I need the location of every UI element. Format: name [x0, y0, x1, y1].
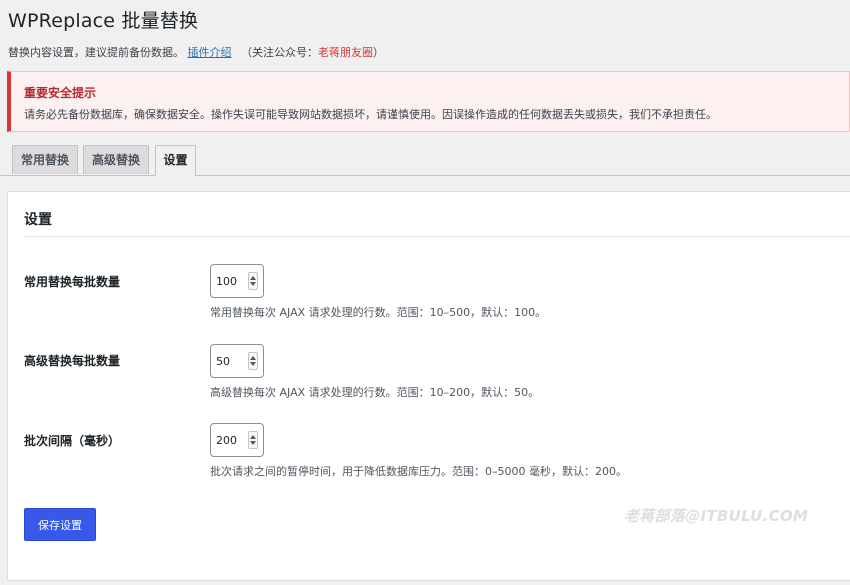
advanced-batch-spinner[interactable]	[248, 352, 258, 370]
spin-up-icon	[250, 435, 256, 439]
settings-page: WPReplace 批量替换 替换内容设置，建议提前备份数据。 插件介绍 （关注…	[0, 0, 850, 585]
common-batch-input-box	[210, 264, 264, 298]
watermark: 老蒋部落@ITBULU.COM	[624, 507, 809, 525]
plugin-intro-link[interactable]: 插件介绍	[188, 46, 232, 59]
spin-down-icon	[250, 441, 256, 445]
spin-up-icon	[250, 276, 256, 280]
notice-title: 重要安全提示	[24, 86, 97, 100]
follow-prefix: （关注公众号：	[241, 46, 318, 59]
subtitle-text: 替换内容设置，建议提前备份数据。	[8, 46, 184, 59]
tab-advanced-replace[interactable]: 高级替换	[83, 145, 149, 174]
follow-suffix: ）	[373, 46, 384, 59]
advanced-batch-description: 高级替换每次 AJAX 请求处理的行数。范围：10–200，默认：50。	[210, 386, 540, 399]
common-batch-description: 常用替换每次 AJAX 请求处理的行数。范围：10–500，默认：100。	[210, 306, 547, 319]
spin-down-icon	[250, 282, 256, 286]
batch-interval-description: 批次请求之间的暂停时间，用于降低数据库压力。范围：0–5000 毫秒，默认：20…	[210, 465, 627, 478]
advanced-batch-label: 高级替换每批数量	[24, 354, 121, 368]
page-title: WPReplace 批量替换	[8, 10, 199, 32]
batch-interval-input-box	[210, 423, 264, 457]
security-notice: 重要安全提示 请务必先备份数据库，确保数据安全。操作失误可能导致网站数据损坏，请…	[7, 71, 850, 132]
batch-interval-input[interactable]	[216, 431, 246, 449]
common-batch-input[interactable]	[216, 272, 246, 290]
settings-divider	[24, 236, 850, 237]
common-batch-label: 常用替换每批数量	[24, 275, 121, 289]
advanced-batch-input[interactable]	[216, 352, 246, 370]
page-subtitle: 替换内容设置，建议提前备份数据。 插件介绍 （关注公众号：老蒋朋友圈）	[8, 44, 384, 60]
batch-interval-label: 批次间隔（毫秒）	[24, 434, 121, 448]
follow-account: 老蒋朋友圈	[318, 46, 373, 59]
advanced-batch-input-box	[210, 344, 264, 378]
settings-title: 设置	[24, 212, 52, 228]
notice-body: 请务必先备份数据库，确保数据安全。操作失误可能导致网站数据损坏，请谨慎使用。因误…	[24, 108, 717, 121]
tab-common-replace[interactable]: 常用替换	[12, 145, 78, 174]
spin-down-icon	[250, 362, 256, 366]
tab-settings[interactable]: 设置	[155, 145, 196, 176]
batch-interval-spinner[interactable]	[248, 431, 258, 449]
spin-up-icon	[250, 356, 256, 360]
common-batch-spinner[interactable]	[248, 272, 258, 290]
save-settings-button[interactable]: 保存设置	[24, 508, 96, 541]
tab-bar: 常用替换 高级替换 设置	[0, 145, 850, 176]
